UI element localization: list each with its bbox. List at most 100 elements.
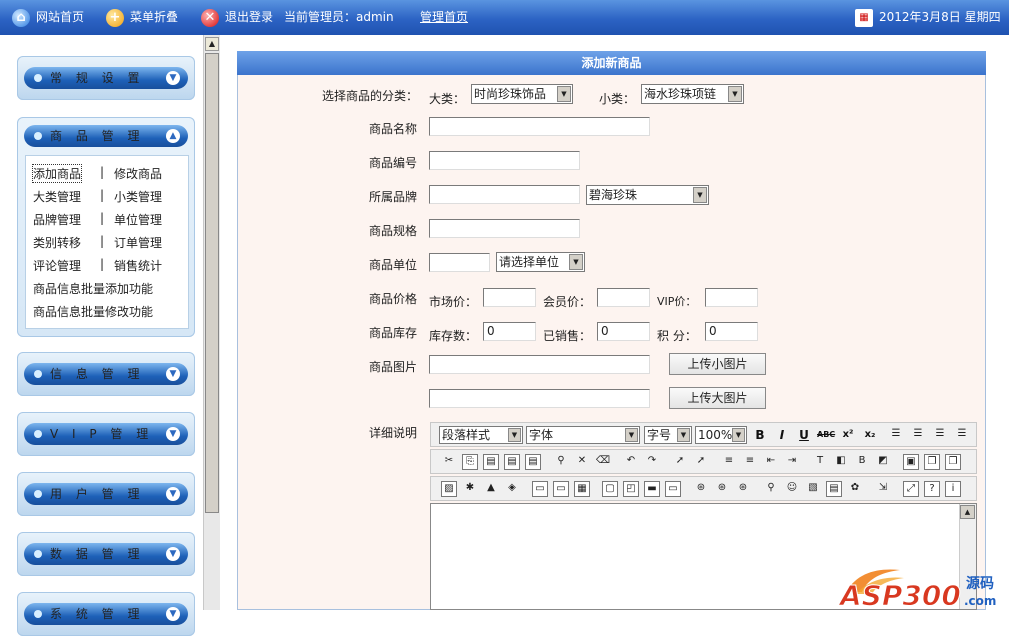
- anchor-icon[interactable]: ⚲: [763, 481, 779, 497]
- undo-icon[interactable]: ↶: [623, 454, 639, 470]
- unit-select[interactable]: 请选择单位 ▼: [496, 252, 585, 272]
- bg-color-icon[interactable]: ◧: [833, 454, 849, 470]
- text-color-icon[interactable]: T: [812, 454, 828, 470]
- menu-vip-management[interactable]: V I P 管 理 ▼: [17, 412, 195, 456]
- eraser-icon[interactable]: ⌫: [595, 454, 611, 470]
- sidebar-item-reviews[interactable]: 评论管理: [33, 257, 81, 274]
- outdent-icon[interactable]: ⇤: [763, 454, 779, 470]
- product-name-input[interactable]: [429, 117, 650, 136]
- paste-icon[interactable]: ▤: [483, 454, 499, 470]
- sidebar-item-category[interactable]: 大类管理: [33, 188, 81, 205]
- find-icon[interactable]: ⚲: [553, 454, 569, 470]
- layer-move-icon[interactable]: ❐: [945, 454, 961, 470]
- upload-small-image-button[interactable]: 上传小图片: [669, 353, 766, 375]
- brand-input[interactable]: [429, 185, 580, 204]
- frame-icon[interactable]: ▣: [903, 454, 919, 470]
- file-icon[interactable]: ◈: [504, 481, 520, 497]
- sidebar-item-edit-product[interactable]: 修改商品: [114, 165, 162, 182]
- sidebar-item-add-product[interactable]: 添加商品: [31, 164, 83, 183]
- vip-price-input[interactable]: [705, 288, 758, 307]
- symbol-icon[interactable]: ✿: [847, 481, 863, 497]
- stock-qty-input[interactable]: 0: [483, 322, 536, 341]
- cut-icon[interactable]: ✂: [441, 454, 457, 470]
- scroll-thumb[interactable]: [205, 53, 219, 513]
- sidebar-item-category-transfer[interactable]: 类别转移: [33, 234, 81, 251]
- font-size-select[interactable]: 字号 ▼: [644, 426, 692, 444]
- unselect-icon[interactable]: ➚: [693, 454, 709, 470]
- major-category-select[interactable]: 时尚珍珠饰品 ▼: [471, 84, 573, 104]
- product-code-input[interactable]: [429, 151, 580, 170]
- fullscreen-icon[interactable]: ⤢: [903, 481, 919, 497]
- ordered-list-icon[interactable]: ≡: [721, 454, 737, 470]
- spec-input[interactable]: [429, 219, 580, 238]
- font-select[interactable]: 字体 ▼: [526, 426, 640, 444]
- align-right-icon[interactable]: ☰: [932, 427, 948, 443]
- paragraph-style-select[interactable]: 段落样式 ▼: [439, 426, 523, 444]
- www-link-icon[interactable]: ⊛: [693, 481, 709, 497]
- cell-icon[interactable]: ▦: [574, 481, 590, 497]
- media-icon[interactable]: ▲: [483, 481, 499, 497]
- menu-info-management[interactable]: 信 息 管 理 ▼: [17, 352, 195, 396]
- zoom-select[interactable]: 100% ▼: [695, 426, 747, 444]
- block-color-icon[interactable]: B: [854, 454, 870, 470]
- form-icon[interactable]: ▢: [602, 481, 618, 497]
- scroll-up-icon[interactable]: ▲: [960, 505, 975, 519]
- member-price-input[interactable]: [597, 288, 650, 307]
- unlink-icon[interactable]: ⊛: [735, 481, 751, 497]
- menu-product-header[interactable]: 商 品 管 理 ▲: [24, 125, 188, 147]
- sidebar-item-batch-edit[interactable]: 商品信息批量修改功能: [33, 303, 153, 320]
- large-image-input[interactable]: [429, 389, 650, 408]
- special-char-icon[interactable]: ▧: [805, 481, 821, 497]
- scroll-up-icon[interactable]: ▲: [205, 37, 219, 51]
- layer-icon[interactable]: ❐: [924, 454, 940, 470]
- points-input[interactable]: 0: [705, 322, 758, 341]
- align-center-icon[interactable]: ☰: [910, 427, 926, 443]
- image-icon[interactable]: ▨: [441, 481, 457, 497]
- fold-menu-link[interactable]: + 菜单折叠: [106, 0, 178, 35]
- superscript-button[interactable]: x²: [839, 427, 857, 443]
- admin-home-link[interactable]: 管理首页: [420, 0, 468, 35]
- help-icon[interactable]: ?: [924, 481, 940, 497]
- table-props-icon[interactable]: ▭: [553, 481, 569, 497]
- small-image-input[interactable]: [429, 355, 650, 374]
- logout-link[interactable]: ✕ 退出登录: [201, 0, 273, 35]
- subscript-button[interactable]: x₂: [861, 427, 879, 443]
- emoticon-icon[interactable]: ☺: [784, 481, 800, 497]
- menu-system-management[interactable]: 系 统 管 理 ▼: [17, 592, 195, 636]
- underline-button[interactable]: U: [795, 427, 813, 443]
- unit-input[interactable]: [429, 253, 490, 272]
- menu-general-settings[interactable]: 常 规 设 置 ▼: [17, 56, 195, 100]
- paste-word-icon[interactable]: ▤: [525, 454, 541, 470]
- sidebar-item-brand[interactable]: 品牌管理: [33, 211, 81, 228]
- redo-icon[interactable]: ↷: [644, 454, 660, 470]
- minor-category-select[interactable]: 海水珍珠项链 ▼: [641, 84, 744, 104]
- italic-button[interactable]: I: [773, 427, 791, 443]
- menu-user-management[interactable]: 用 户 管 理 ▼: [17, 472, 195, 516]
- admin-home-label[interactable]: 管理首页: [420, 10, 468, 24]
- table-icon[interactable]: ▭: [532, 481, 548, 497]
- bold-button[interactable]: B: [751, 427, 769, 443]
- align-left-icon[interactable]: ☰: [888, 427, 904, 443]
- hr-icon[interactable]: ▬: [644, 481, 660, 497]
- iframe-icon[interactable]: ◰: [623, 481, 639, 497]
- home-link[interactable]: ⌂ 网站首页: [12, 0, 84, 35]
- brand-select[interactable]: 碧海珍珠 ▼: [586, 185, 709, 205]
- select-all-icon[interactable]: ➚: [672, 454, 688, 470]
- delete-icon[interactable]: ✕: [574, 454, 590, 470]
- market-price-input[interactable]: [483, 288, 536, 307]
- sidebar-item-subcategory[interactable]: 小类管理: [114, 188, 162, 205]
- paste-text-icon[interactable]: ▤: [504, 454, 520, 470]
- page-break-icon[interactable]: ⇲: [875, 481, 891, 497]
- sold-input[interactable]: 0: [597, 322, 650, 341]
- sidebar-item-batch-add[interactable]: 商品信息批量添加功能: [33, 280, 153, 297]
- align-justify-icon[interactable]: ☰: [954, 427, 970, 443]
- info-icon[interactable]: i: [945, 481, 961, 497]
- flash-icon[interactable]: ✱: [462, 481, 478, 497]
- sidebar-scrollbar[interactable]: ▲: [203, 35, 220, 610]
- sidebar-item-unit[interactable]: 单位管理: [114, 211, 162, 228]
- strikethrough-button[interactable]: ABC: [817, 427, 835, 443]
- sidebar-item-orders[interactable]: 订单管理: [114, 234, 162, 251]
- remove-format-icon[interactable]: ◩: [875, 454, 891, 470]
- marquee-icon[interactable]: ▭: [665, 481, 681, 497]
- indent-icon[interactable]: ⇥: [784, 454, 800, 470]
